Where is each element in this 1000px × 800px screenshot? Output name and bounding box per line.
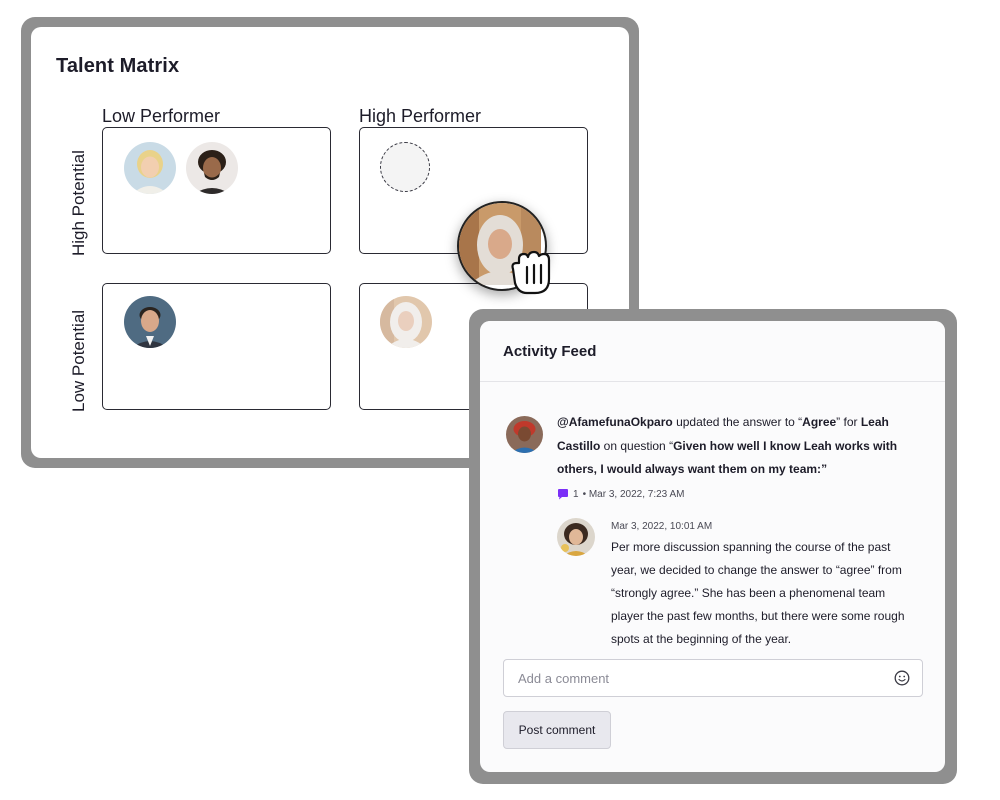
grab-hand-icon <box>511 250 551 295</box>
entry-answer: Agree <box>802 415 837 429</box>
feed-entry-text: @AfamefunaOkparo updated the answer to “… <box>557 411 912 482</box>
talent-matrix-title: Talent Matrix <box>56 55 180 77</box>
reply-text: Per more discussion spanning the course … <box>611 540 905 646</box>
activity-feed-header: Activity Feed <box>480 321 945 382</box>
employee-avatar[interactable] <box>124 296 176 348</box>
comment-bubble-icon[interactable] <box>557 488 569 500</box>
comment-count[interactable]: 1 <box>573 489 579 500</box>
comment-input[interactable] <box>504 660 912 696</box>
drop-target-slot[interactable] <box>380 142 430 192</box>
row-label-low-potential: Low Potential <box>69 309 88 412</box>
entry-action-mid: ” for <box>836 415 861 429</box>
entry-timestamp: • Mar 3, 2022, 7:23 AM <box>582 488 685 500</box>
employee-avatar[interactable] <box>186 142 238 194</box>
feed-entry-meta: 1 • Mar 3, 2022, 7:23 AM <box>557 488 684 500</box>
entry-action: updated the answer to “ <box>672 415 803 429</box>
entry-action-post: on question “ <box>600 438 674 453</box>
reply-author-avatar[interactable] <box>557 518 595 556</box>
cell-low-potential-low-performer[interactable] <box>102 283 331 410</box>
cell-high-potential-low-performer[interactable] <box>102 127 331 254</box>
activity-feed-frame: Activity Feed @AfamefunaOkparo updated t… <box>469 309 957 784</box>
post-comment-button[interactable]: Post comment <box>503 711 611 749</box>
emoji-icon[interactable] <box>894 670 910 686</box>
column-label-low-performer: Low Performer <box>102 106 221 126</box>
entry-question-close: ” <box>821 462 828 476</box>
comment-field-wrapper <box>503 659 923 697</box>
employee-avatar-ghost <box>380 296 432 348</box>
activity-feed-title: Activity Feed <box>503 343 597 360</box>
entry-user-link[interactable]: @AfamefunaOkparo <box>557 415 673 429</box>
user-avatar[interactable] <box>506 416 543 453</box>
reply-timestamp: Mar 3, 2022, 10:01 AM <box>611 521 713 532</box>
column-label-high-performer: High Performer <box>359 106 482 126</box>
activity-feed-card: Activity Feed @AfamefunaOkparo updated t… <box>480 321 945 772</box>
employee-avatar[interactable] <box>124 142 176 194</box>
row-label-high-potential: High Potential <box>69 150 88 256</box>
